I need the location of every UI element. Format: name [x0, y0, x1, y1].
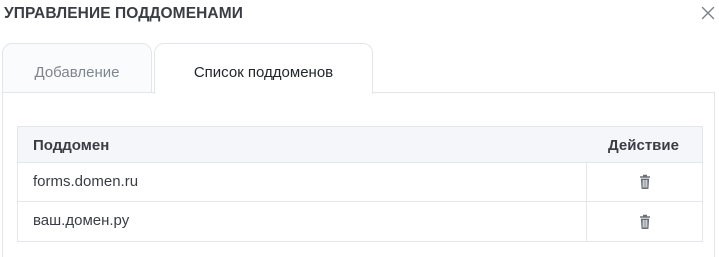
column-header-subdomain: Поддомен: [33, 137, 110, 154]
tab-add[interactable]: Добавление: [2, 43, 152, 93]
close-icon: [701, 6, 715, 20]
tab-add-label: Добавление: [34, 64, 120, 81]
tab-bar: Добавление Список поддоменов: [2, 43, 715, 94]
table-row: ваш.домен.ру: [18, 202, 702, 241]
action-cell: [587, 163, 702, 201]
subdomain-cell: forms.domen.ru: [18, 163, 587, 201]
tab-subdomain-list-label: Список поддоменов: [193, 64, 334, 81]
subdomains-table: Поддомен Действие forms.domen.ru ваш.дом…: [17, 126, 703, 242]
table-header: Поддомен Действие: [18, 127, 702, 163]
action-cell: [587, 202, 702, 241]
table-row: forms.domen.ru: [18, 163, 702, 202]
tab-panel: Поддомен Действие forms.domen.ru ваш.дом…: [2, 92, 715, 257]
close-button[interactable]: [701, 6, 715, 20]
subdomain-cell: ваш.домен.ру: [18, 202, 587, 241]
trash-icon[interactable]: [637, 174, 653, 190]
column-header-action: Действие: [608, 137, 679, 154]
dialog-title: УПРАВЛЕНИЕ ПОДДОМЕНАМИ: [4, 5, 243, 22]
trash-icon[interactable]: [637, 214, 653, 230]
tab-subdomain-list[interactable]: Список поддоменов: [154, 43, 373, 94]
